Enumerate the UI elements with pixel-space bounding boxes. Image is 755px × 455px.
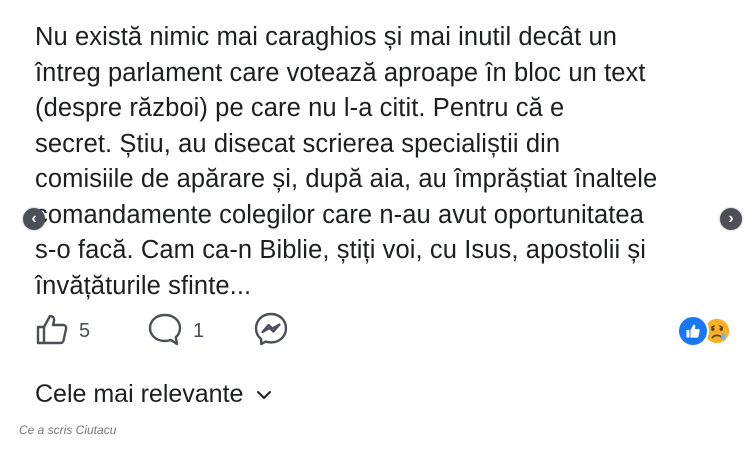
post-text-line: Nu există nimic mai caraghios și mai inu… [35, 23, 618, 51]
messenger-icon [253, 311, 289, 352]
image-caption: Ce a scris Ciutacu [19, 423, 117, 437]
next-slide-button[interactable]: › [720, 208, 742, 230]
chevron-down-icon [255, 388, 273, 406]
comment-count: 1 [193, 319, 205, 342]
speech-bubble-icon [147, 312, 183, 351]
post-text-line: comisiile de apărare și, după aia, au îm… [35, 165, 658, 193]
comment-sort-label: Cele mai relevante [35, 380, 244, 408]
thumbs-up-outline-icon [35, 312, 69, 351]
comment-button[interactable]: 1 [147, 312, 204, 350]
post-text-line: s-o facă. Cam ca-n Biblie, știți voi, cu… [35, 236, 647, 264]
like-count: 5 [79, 319, 91, 342]
like-button[interactable]: 5 [35, 312, 90, 350]
chevron-left-icon: ‹ [31, 210, 37, 227]
reactions-summary[interactable] [677, 315, 731, 347]
post-text-line: secret. Știu, au disecat scrierea specia… [35, 129, 561, 158]
post-text-line: învățăturile sfinte... [35, 271, 252, 300]
like-reaction-icon [677, 315, 709, 347]
post-text: Nu există nimic mai caraghios și mai inu… [35, 20, 735, 304]
post-text-line: întreg parlament care votează aproape în… [35, 58, 646, 87]
post-actions-bar: 5 1 [35, 312, 735, 350]
post-text-line: comandamente colegilor care n-au avut op… [35, 200, 644, 229]
comment-sort-dropdown[interactable]: Cele mai relevante [35, 380, 273, 409]
send-in-messenger-button[interactable] [253, 312, 289, 350]
previous-slide-button[interactable]: ‹ [23, 208, 45, 230]
post-text-line: (despre război) pe care nu l-a citit. Pe… [35, 94, 565, 122]
chevron-right-icon: › [728, 210, 734, 227]
